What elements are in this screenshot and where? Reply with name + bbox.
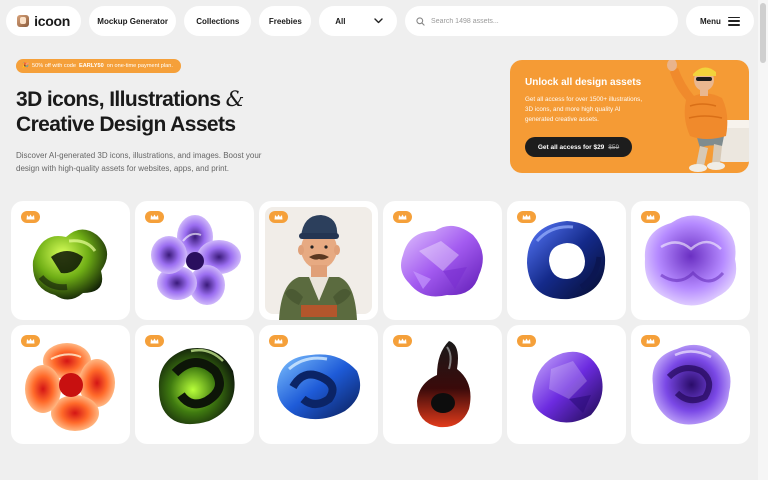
cta-description: Get all access for over 1500+ illustrati… (525, 96, 643, 123)
asset-card[interactable] (507, 325, 626, 444)
category-filter-dropdown[interactable]: All (319, 6, 398, 36)
collections-link[interactable]: Collections (184, 6, 252, 36)
menu-button[interactable]: Menu (685, 6, 754, 36)
premium-crown-icon (641, 211, 660, 223)
title-line-2: Creative Design Assets (16, 113, 236, 136)
title-line-1: 3D icons, Illustrations (16, 88, 221, 111)
logo-icon (17, 15, 30, 27)
premium-crown-icon (517, 335, 536, 347)
cta-button-label: Get all access for $29 (537, 143, 605, 151)
premium-crown-icon (21, 211, 40, 223)
logo[interactable]: icoon (6, 6, 82, 36)
promo-code: EARLY50 (79, 63, 104, 69)
old-price: $59 (608, 143, 620, 151)
asset-card[interactable] (259, 201, 378, 320)
premium-crown-icon (393, 211, 412, 223)
hamburger-icon (728, 16, 740, 26)
get-all-access-button[interactable]: Get all access for $29 $59 (525, 137, 632, 157)
party-icon: 🎉 (22, 63, 29, 69)
asset-card[interactable] (631, 325, 750, 444)
cta-title: Unlock all design assets (525, 77, 642, 88)
premium-crown-icon (145, 211, 164, 223)
scrollbar-thumb[interactable] (760, 3, 766, 63)
unlock-promo-card: Unlock all design assets Get all access … (510, 60, 749, 173)
asset-card[interactable] (259, 325, 378, 444)
premium-crown-icon (21, 335, 40, 347)
premium-crown-icon (269, 335, 288, 347)
page-scrollbar[interactable] (758, 0, 768, 480)
hero-description: Discover AI-generated 3D icons, illustra… (16, 151, 262, 173)
freebies-link[interactable]: Freebies (259, 6, 312, 36)
asset-card[interactable] (135, 201, 254, 320)
top-navigation: icoon Mockup Generator Collections Freeb… (6, 6, 754, 36)
asset-card[interactable] (507, 201, 626, 320)
premium-crown-icon (393, 335, 412, 347)
premium-crown-icon (269, 211, 288, 223)
mockup-generator-link[interactable]: Mockup Generator (89, 6, 177, 36)
character-illustration (667, 60, 749, 172)
search-icon (416, 16, 425, 26)
category-filter-value: All (335, 16, 346, 26)
chevron-down-icon (374, 18, 383, 24)
promo-banner[interactable]: 🎉 50% off with code EARLY50 on one-time … (16, 59, 181, 73)
promo-prefix: 50% off with code (31, 63, 77, 69)
search-bar[interactable] (405, 6, 678, 36)
page-title: 3D icons, Illustrations & Creative Desig… (16, 87, 244, 137)
premium-crown-icon (145, 335, 164, 347)
premium-crown-icon (641, 335, 660, 347)
title-ampersand: & (225, 87, 245, 111)
asset-grid (11, 201, 750, 444)
premium-crown-icon (517, 211, 536, 223)
asset-card[interactable] (383, 201, 502, 320)
asset-card[interactable] (11, 201, 130, 320)
asset-card[interactable] (631, 201, 750, 320)
asset-card[interactable] (135, 325, 254, 444)
asset-card[interactable] (383, 325, 502, 444)
logo-text: icoon (34, 13, 71, 29)
menu-label: Menu (699, 16, 721, 26)
search-input[interactable] (431, 17, 662, 25)
asset-card[interactable] (11, 325, 130, 444)
promo-suffix: on one-time payment plan. (106, 63, 173, 69)
